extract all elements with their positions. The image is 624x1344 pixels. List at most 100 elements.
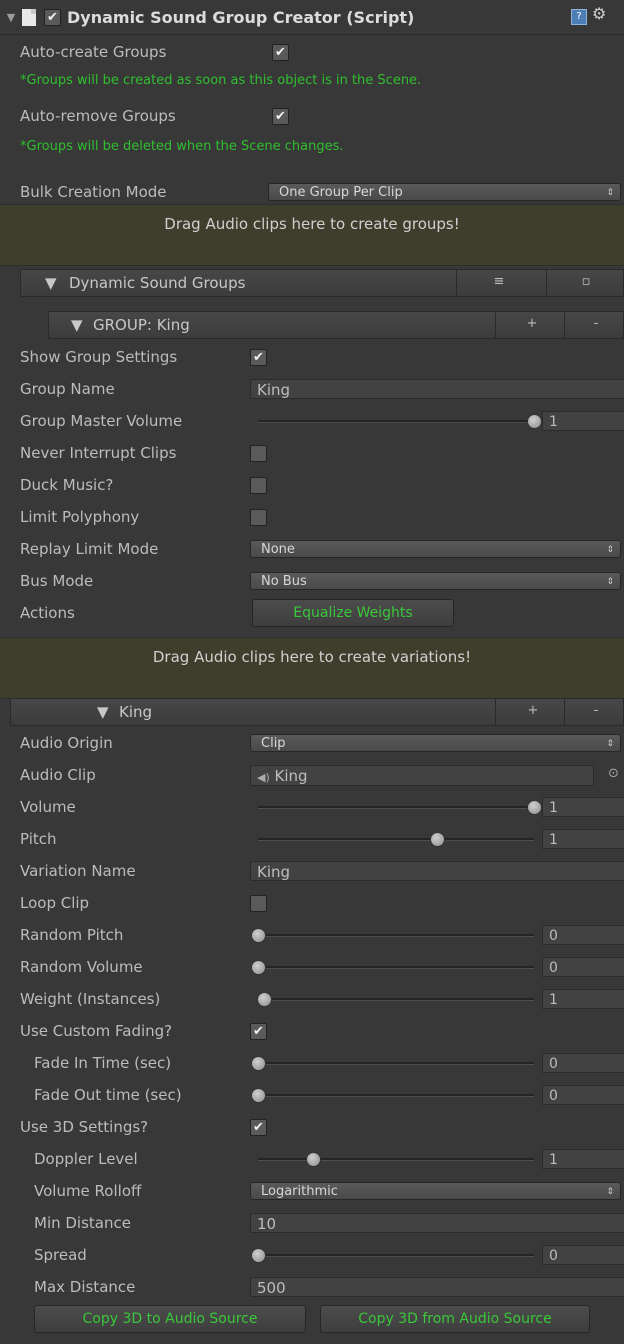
max-distance-field[interactable]: 500	[250, 1277, 624, 1297]
bulk-mode-label: Bulk Creation Mode	[20, 183, 167, 201]
add-group-button[interactable]: +	[522, 316, 542, 331]
audio-origin-dropdown[interactable]: Clip ⇕	[250, 734, 621, 752]
bus-mode-dropdown[interactable]: No Bus ⇕	[250, 572, 621, 590]
add-variation-button[interactable]: +	[523, 703, 543, 718]
group-bar[interactable]: ▼ GROUP: King + -	[48, 311, 624, 339]
fade-out-row: Fade Out time (sec) 0	[0, 1079, 624, 1111]
slider-knob[interactable]	[256, 992, 272, 1007]
fade-in-slider[interactable]	[250, 1047, 534, 1079]
collapse-all-button[interactable]: ▫	[576, 274, 596, 289]
use-3d-checkbox[interactable]	[250, 1119, 267, 1136]
loop-clip-checkbox[interactable]	[250, 895, 267, 912]
variation-bar[interactable]: ▼ King + -	[10, 698, 624, 726]
slider-track	[258, 806, 534, 809]
slider-knob[interactable]	[527, 414, 542, 429]
variation-title: King	[119, 703, 153, 721]
weight-row: Weight (Instances) 1	[0, 983, 624, 1015]
collapse-triangle-icon[interactable]: ▼	[71, 316, 83, 334]
weight-field[interactable]: 1	[542, 989, 624, 1009]
auto-remove-note: *Groups will be deleted when the Scene c…	[20, 138, 344, 154]
doppler-slider[interactable]	[250, 1143, 534, 1175]
slider-knob[interactable]	[251, 1056, 266, 1071]
dropdown-arrows-icon: ⇕	[606, 577, 614, 587]
slider-knob[interactable]	[527, 800, 542, 815]
fade-in-field[interactable]: 0	[542, 1053, 624, 1073]
spread-label: Spread	[34, 1246, 87, 1264]
random-pitch-field[interactable]: 0	[542, 925, 624, 945]
groups-drop-zone[interactable]: Drag Audio clips here to create groups!	[0, 204, 624, 266]
slider-knob[interactable]	[430, 832, 446, 847]
spread-slider[interactable]	[250, 1239, 534, 1271]
dropdown-arrows-icon: ⇕	[606, 545, 614, 555]
fade-out-field[interactable]: 0	[542, 1085, 624, 1105]
group-name-field[interactable]: King	[250, 379, 624, 399]
limit-polyphony-checkbox[interactable]	[250, 509, 267, 526]
group-master-volume-slider[interactable]	[250, 405, 542, 437]
random-pitch-slider[interactable]	[250, 919, 534, 951]
collapse-triangle-icon[interactable]: ▼	[2, 11, 20, 24]
collapse-triangle-icon[interactable]: ▼	[45, 274, 57, 292]
use-3d-label: Use 3D Settings?	[20, 1118, 149, 1136]
slider-track	[258, 998, 534, 1001]
never-interrupt-checkbox[interactable]	[250, 445, 267, 462]
audio-clip-field[interactable]: ◀) King	[250, 765, 594, 786]
custom-fading-checkbox[interactable]	[250, 1023, 267, 1040]
group-master-volume-field[interactable]: 1	[542, 411, 624, 431]
doppler-field[interactable]: 1	[542, 1149, 624, 1169]
group-name-label: Group Name	[20, 380, 115, 398]
copy-3d-from-source-button[interactable]: Copy 3D from Audio Source	[320, 1305, 590, 1333]
variation-name-row: Variation Name King	[0, 855, 624, 887]
inspector-panel: ▼ Dynamic Sound Group Creator (Script) ?…	[0, 0, 624, 1344]
variation-name-field[interactable]: King	[250, 861, 624, 881]
random-pitch-label: Random Pitch	[20, 926, 124, 944]
component-enabled-checkbox[interactable]	[44, 8, 61, 26]
show-group-settings-row: Show Group Settings	[0, 341, 624, 373]
duck-music-row: Duck Music?	[0, 469, 624, 501]
volume-slider[interactable]	[250, 791, 542, 823]
help-book-icon[interactable]: ?	[571, 9, 587, 25]
custom-fading-row: Use Custom Fading?	[0, 1015, 624, 1047]
equalize-weights-button[interactable]: Equalize Weights	[252, 599, 454, 627]
bar-separator	[495, 312, 496, 338]
custom-fading-label: Use Custom Fading?	[20, 1022, 173, 1040]
dynamic-groups-bar[interactable]: ▼ Dynamic Sound Groups ≡ ▫	[20, 269, 624, 297]
max-distance-row: Max Distance 500	[0, 1271, 624, 1303]
auto-create-checkbox[interactable]	[272, 44, 289, 61]
pitch-field[interactable]: 1	[542, 829, 624, 849]
min-distance-field[interactable]: 10	[250, 1213, 624, 1233]
show-group-settings-label: Show Group Settings	[20, 348, 178, 366]
auto-remove-note-row: *Groups will be deleted when the Scene c…	[0, 132, 624, 160]
volume-rolloff-dropdown[interactable]: Logarithmic ⇕	[250, 1182, 621, 1200]
weight-slider[interactable]	[250, 983, 534, 1015]
list-menu-button[interactable]: ≡	[489, 274, 509, 289]
remove-group-button[interactable]: -	[586, 316, 606, 331]
bulk-mode-dropdown[interactable]: One Group Per Clip ⇕	[268, 183, 621, 201]
spread-field[interactable]: 0	[542, 1245, 624, 1265]
slider-knob[interactable]	[251, 1088, 266, 1103]
group-master-volume-row: Group Master Volume 1	[0, 405, 624, 437]
fade-out-slider[interactable]	[250, 1079, 534, 1111]
duck-music-checkbox[interactable]	[250, 477, 267, 494]
show-group-settings-checkbox[interactable]	[250, 349, 267, 366]
volume-field[interactable]: 1	[542, 797, 624, 817]
random-volume-slider[interactable]	[250, 951, 534, 983]
slider-knob[interactable]	[306, 1152, 322, 1167]
component-header[interactable]: ▼ Dynamic Sound Group Creator (Script) ?…	[0, 0, 624, 35]
slider-knob[interactable]	[251, 1248, 266, 1263]
copy-3d-to-source-button[interactable]: Copy 3D to Audio Source	[34, 1305, 306, 1333]
auto-remove-checkbox[interactable]	[272, 108, 289, 125]
random-volume-field[interactable]: 0	[542, 957, 624, 977]
object-picker-icon[interactable]: ⊙	[608, 766, 619, 781]
gear-icon[interactable]: ⚙	[592, 4, 606, 23]
variations-drop-zone[interactable]: Drag Audio clips here to create variatio…	[0, 637, 624, 699]
slider-knob[interactable]	[251, 960, 266, 975]
auto-create-note-row: *Groups will be created as soon as this …	[0, 66, 624, 94]
slider-knob[interactable]	[251, 928, 266, 943]
pitch-slider[interactable]	[250, 823, 534, 855]
collapse-triangle-icon[interactable]: ▼	[97, 703, 109, 721]
duck-music-label: Duck Music?	[20, 476, 114, 494]
slider-track	[258, 1094, 534, 1097]
remove-variation-button[interactable]: -	[586, 703, 606, 718]
replay-limit-dropdown[interactable]: None ⇕	[250, 540, 621, 558]
min-distance-row: Min Distance 10	[0, 1207, 624, 1239]
